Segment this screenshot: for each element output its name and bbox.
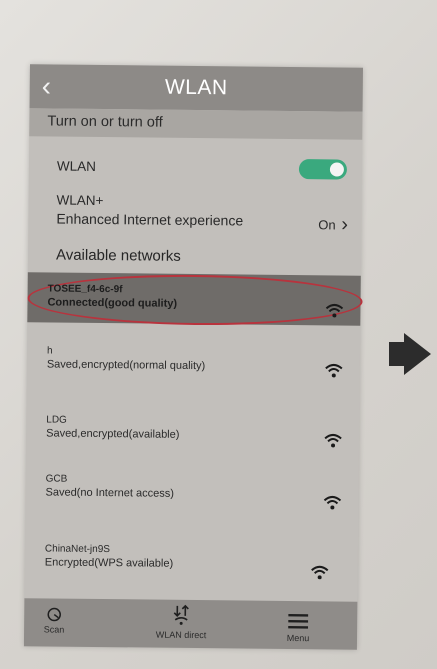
wifi-signal-icon	[325, 303, 344, 318]
wlan-toggle[interactable]	[298, 159, 348, 180]
wlan-plus-subtitle: Enhanced Internet experience	[56, 210, 244, 229]
page-title: WLAN	[164, 75, 228, 100]
wifi-signal-icon	[325, 363, 343, 378]
wlan-plus-value: On	[318, 217, 336, 233]
network-status: Encrypted(WPS available)	[44, 556, 174, 570]
section-heading: Turn on or turn off	[29, 108, 363, 140]
network-name: h	[46, 345, 53, 357]
scan-button[interactable]: Scan	[36, 604, 76, 644]
scan-label: Scan	[43, 624, 65, 635]
network-name: ChinaNet-jn9S	[44, 543, 111, 556]
network-name: LDG	[46, 414, 67, 426]
menu-button[interactable]: Menu	[276, 607, 320, 647]
network-status: Saved,encrypted(available)	[46, 427, 180, 441]
wlan-direct-button[interactable]: WLAN direct	[136, 603, 226, 646]
wlan-direct-icon	[173, 604, 189, 625]
network-name: GCB	[45, 473, 68, 485]
toggle-knob	[329, 162, 344, 177]
network-status: Saved,encrypted(normal quality)	[46, 358, 206, 373]
scan-icon	[47, 607, 61, 622]
available-networks-label: Available networks	[55, 246, 181, 265]
network-status: Saved(no Internet access)	[45, 486, 174, 500]
phone-screen: ‹ WLAN Turn on or turn off WLAN WLAN+ En…	[23, 64, 363, 650]
arrow-right-icon	[389, 342, 405, 366]
menu-icon	[288, 613, 309, 629]
wifi-signal-icon	[324, 433, 342, 448]
wlan-label: WLAN	[56, 158, 97, 174]
bottom-action-bar: Scan WLAN direct Menu	[23, 598, 358, 650]
network-name: TOSEE_f4-6c-9f	[47, 283, 123, 296]
menu-label: Menu	[286, 632, 310, 644]
network-status: Connected(good quality)	[47, 296, 178, 310]
wlan-direct-label: WLAN direct	[155, 629, 207, 641]
book-page: ‹ WLAN Turn on or turn off WLAN WLAN+ En…	[0, 0, 437, 669]
wlan-plus-title: WLAN+	[56, 192, 104, 209]
wifi-signal-icon	[323, 495, 342, 510]
title-bar: ‹ WLAN	[29, 64, 363, 112]
arrow-right-icon	[404, 333, 431, 375]
section-heading-label: Turn on or turn off	[47, 113, 163, 131]
wifi-signal-icon	[311, 565, 329, 580]
chevron-right-icon: ›	[341, 213, 349, 236]
